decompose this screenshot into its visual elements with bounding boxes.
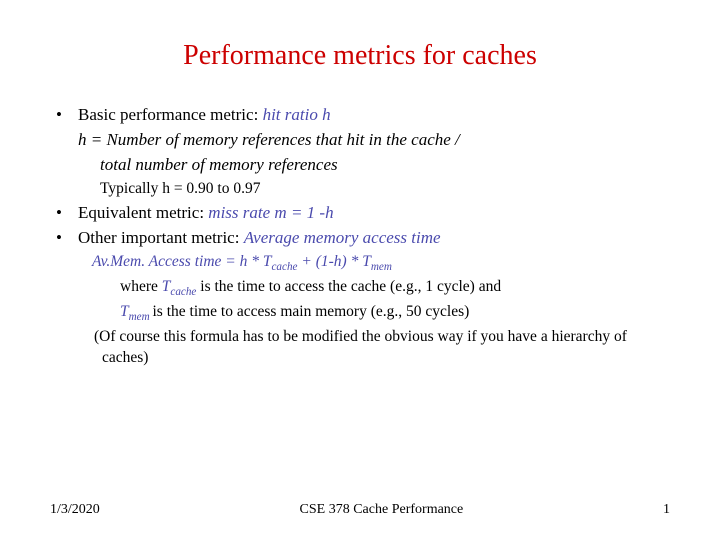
bullet-text: Equivalent metric: miss rate m = 1 -h [78,202,670,225]
bullet-marker: • [50,202,78,225]
term-miss-rate: miss rate m = 1 -h [208,203,333,222]
typical-values: Typically h = 0.90 to 0.97 [50,179,670,200]
term-hit-ratio: hit ratio h [263,105,331,124]
where-rest: is the time to access main memory (e.g.,… [152,303,469,320]
subscript-mem: mem [371,261,392,273]
bullet-other-metric: • Other important metric: Average memory… [50,227,670,250]
hit-ratio-formula-line1: h = Number of memory references that hit… [50,129,670,152]
term-avg-access-time: Average memory access time [244,228,441,247]
where-prefix: where [120,278,162,295]
where-tmem: Tmem is the time to access main memory (… [50,302,670,325]
where-rest: is the time to access the cache (e.g., 1… [196,278,501,295]
avg-access-formula: Av.Mem. Access time = h * Tcache + (1-h)… [50,252,670,275]
footer-course: CSE 378 Cache Performance [300,502,464,518]
bullet-basic-metric: • Basic performance metric: hit ratio h [50,104,670,127]
subscript-cache: cache [271,261,297,273]
footer-page-number: 1 [663,502,670,518]
footer-date: 1/3/2020 [50,502,100,518]
label: Equivalent metric: [78,203,208,222]
bullet-text: Other important metric: Average memory a… [78,227,670,250]
formula-mid: + (1-h) * T [298,253,371,270]
t-mem: Tmem [120,303,152,320]
bullet-marker: • [50,104,78,127]
label: Basic performance metric: [78,105,263,124]
t-cache: Tcache [162,278,197,295]
formula-prefix: Av.Mem. Access time = h * T [92,253,271,270]
slide-footer: 1/3/2020 CSE 378 Cache Performance 1 [0,502,720,518]
hit-ratio-formula-line2: total number of memory references [50,154,670,177]
bullet-marker: • [50,227,78,250]
where-tcache: where Tcache is the time to access the c… [50,277,670,300]
label: Other important metric: [78,228,244,247]
hierarchy-note: (Of course this formula has to be modifi… [58,327,670,369]
bullet-text: Basic performance metric: hit ratio h [78,104,670,127]
slide-content: • Basic performance metric: hit ratio h … [50,104,670,369]
bullet-equivalent-metric: • Equivalent metric: miss rate m = 1 -h [50,202,670,225]
slide-title: Performance metrics for caches [50,40,670,72]
